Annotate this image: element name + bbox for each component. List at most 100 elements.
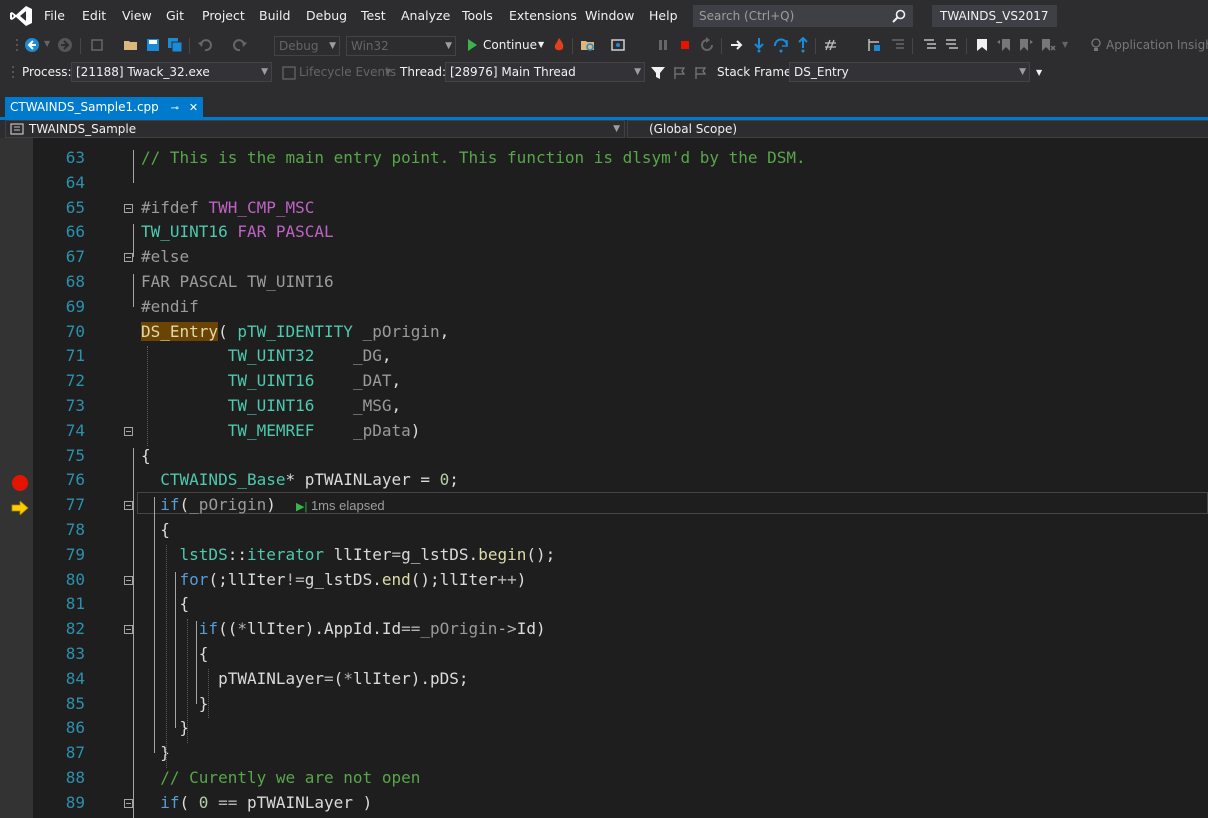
code-line[interactable]: lstDS::iterator llIter=g_lstDS.begin(); (141, 545, 556, 564)
code-line[interactable]: TW_UINT32 _DG, (141, 346, 392, 366)
hexadecimal-display-icon[interactable] (823, 37, 839, 53)
code-line[interactable]: DS_Entry( pTW_IDENTITY _pOrigin, (141, 321, 449, 341)
code-line[interactable]: { (141, 446, 151, 465)
hot-reload-flame-icon[interactable] (551, 37, 567, 53)
application-insights-button[interactable]: Application Insights (1106, 38, 1208, 52)
tab-ctwainds-sample1-cpp[interactable]: CTWAINDS_Sample1.cpp ⊸ ✕ (5, 97, 204, 118)
toolbar-overflow-icon[interactable]: ▼ (1062, 40, 1068, 49)
new-project-icon[interactable] (89, 37, 105, 53)
menu-tools[interactable]: Tools (462, 8, 493, 23)
menu-debug[interactable]: Debug (306, 8, 347, 23)
code-line[interactable]: if( 0 == pTWAINLayer ) (141, 793, 372, 812)
menu-help[interactable]: Help (649, 8, 678, 23)
scope-select[interactable]: (Global Scope) (627, 120, 1208, 138)
menu-project[interactable]: Project (202, 8, 245, 23)
code-line[interactable]: TW_UINT16 FAR PASCAL (141, 222, 334, 241)
lifecycle-events-button[interactable]: Lifecycle Events (299, 65, 396, 79)
navigate-back-icon[interactable] (24, 37, 40, 53)
comment-lines-icon[interactable] (922, 37, 938, 53)
code-line[interactable]: if(_pOrigin) (141, 495, 276, 514)
code-line[interactable]: #else (141, 247, 189, 266)
code-line[interactable]: { (141, 520, 170, 539)
clear-bookmarks-icon[interactable] (1040, 37, 1056, 53)
lifecycle-dropdown-arrow-icon[interactable]: ▼ (385, 67, 391, 76)
thread-flag-icon[interactable] (866, 37, 882, 53)
code-line[interactable]: FAR PASCAL TW_UINT16 (141, 272, 334, 291)
collapse-region-icon[interactable] (124, 798, 133, 808)
continue-play-icon[interactable] (464, 37, 480, 53)
filter-icon[interactable] (650, 65, 666, 81)
show-next-statement-icon[interactable] (729, 37, 745, 53)
undo-icon[interactable] (197, 37, 213, 53)
search-input[interactable]: Search (Ctrl+Q) (699, 9, 794, 23)
process-select[interactable]: [21188] Twack_32.exe ▼ (71, 62, 272, 82)
bookmark-icon[interactable] (974, 37, 990, 53)
menu-window[interactable]: Window (585, 8, 634, 23)
lifecycle-events-icon[interactable] (281, 65, 297, 81)
threads-window-icon[interactable] (890, 37, 906, 53)
pin-tab-icon[interactable]: ⊸ (171, 103, 179, 114)
code-line[interactable]: #endif (141, 297, 199, 316)
solution-configuration-select[interactable]: Debug ▼ (274, 36, 340, 56)
code-line[interactable]: if((*llIter).AppId.Id==_pOrigin->Id) (141, 619, 546, 638)
collapse-region-icon[interactable] (124, 575, 133, 585)
uncomment-lines-icon[interactable] (944, 37, 960, 53)
step-over-icon[interactable] (773, 37, 789, 53)
collapse-region-icon[interactable] (124, 203, 133, 213)
menu-analyze[interactable]: Analyze (401, 8, 450, 23)
stack-frame-select[interactable]: DS_Entry ▼ (789, 62, 1030, 82)
code-line[interactable]: TW_UINT16 _MSG, (141, 396, 401, 415)
code-line[interactable]: #ifdef TWH_CMP_MSC (141, 198, 314, 217)
code-token: TW_UINT32 (227, 346, 315, 366)
toolbar-overflow-icon[interactable]: ▼ (1036, 68, 1042, 77)
collapse-region-icon[interactable] (124, 501, 133, 511)
find-in-files-icon[interactable] (580, 37, 596, 53)
break-all-icon[interactable] (655, 37, 671, 53)
threads-flag-icon[interactable] (693, 65, 709, 81)
restart-icon[interactable] (699, 37, 715, 53)
step-into-icon[interactable] (751, 37, 767, 53)
lightbulb-icon[interactable] (1088, 37, 1104, 53)
open-file-icon[interactable] (123, 37, 139, 53)
code-line[interactable]: CTWAINDS_Base* pTWAINLayer = 0; (141, 470, 459, 489)
continue-dropdown-arrow-icon[interactable]: ▼ (538, 40, 544, 49)
menu-git[interactable]: Git (166, 8, 184, 23)
step-out-icon[interactable] (795, 37, 811, 53)
collapse-region-icon[interactable] (124, 426, 133, 436)
code-editor[interactable]: 63 // This is the main entry point. This … (0, 138, 1208, 818)
redo-icon[interactable] (232, 37, 248, 53)
menu-file[interactable]: File (44, 8, 65, 23)
navigate-forward-icon[interactable] (57, 37, 73, 53)
thread-select[interactable]: [28976] Main Thread ▼ (445, 62, 645, 82)
browser-link-icon[interactable] (610, 37, 626, 53)
code-line[interactable]: for(;llIter!=g_lstDS.end();llIter++) (141, 570, 527, 589)
save-icon[interactable] (145, 37, 161, 53)
back-dropdown-arrow-icon[interactable]: ▼ (44, 39, 50, 48)
search-box[interactable]: Search (Ctrl+Q) (693, 5, 913, 27)
code-line[interactable]: // Curently we are not open (141, 768, 420, 787)
menu-edit[interactable]: Edit (82, 8, 106, 23)
collapse-region-icon[interactable] (124, 253, 133, 263)
breakpoint-icon[interactable] (11, 474, 29, 492)
stop-debugging-icon[interactable] (677, 37, 693, 53)
next-bookmark-icon[interactable] (1018, 37, 1034, 53)
project-select[interactable]: TWAINDS_Sample ▼ (5, 120, 625, 138)
close-tab-icon[interactable]: ✕ (189, 101, 198, 114)
code-line[interactable]: pTWAINLayer=(*llIter).pDS; (141, 669, 468, 688)
previous-bookmark-icon[interactable] (996, 37, 1012, 53)
flag-icon[interactable] (672, 65, 688, 81)
solution-platform-select[interactable]: Win32 ▼ (346, 36, 456, 56)
menu-test[interactable]: Test (361, 8, 386, 23)
search-icon[interactable] (892, 9, 906, 23)
code-line[interactable]: TW_UINT16 _DAT, (141, 371, 401, 390)
menu-view[interactable]: View (122, 8, 152, 23)
code-line[interactable]: TW_MEMREF _pData) (141, 421, 421, 440)
collapse-region-icon[interactable] (124, 625, 133, 635)
menu-extensions[interactable]: Extensions (509, 8, 577, 23)
continue-button[interactable]: Continue (483, 38, 537, 52)
menu-build[interactable]: Build (259, 8, 290, 23)
code-line[interactable]: // This is the main entry point. This fu… (141, 148, 806, 167)
save-all-icon[interactable] (167, 37, 183, 53)
